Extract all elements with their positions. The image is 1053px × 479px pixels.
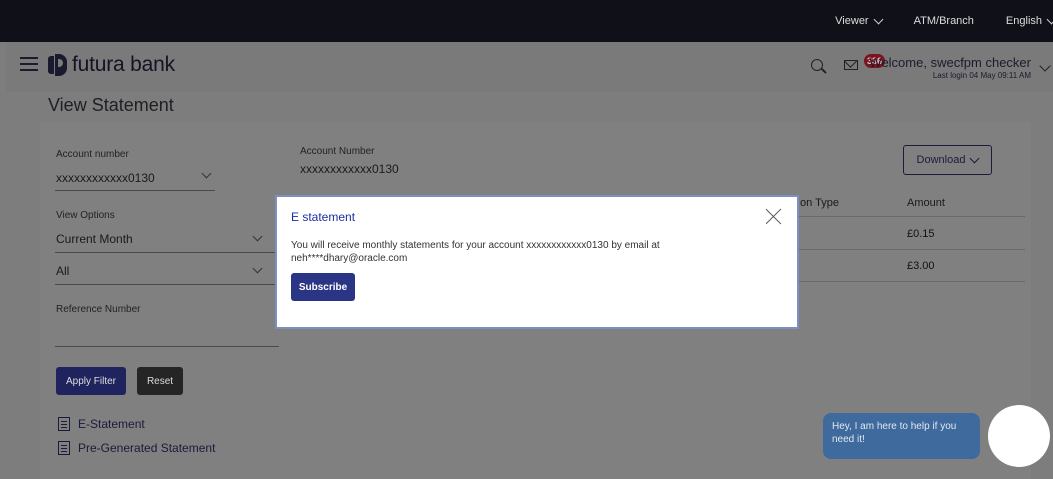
chevron-down-icon [1046,14,1053,24]
view-options-label: View Options [56,210,115,221]
reset-button[interactable]: Reset [137,367,183,395]
header: futura bank 336 Welcome, swecfpm checker… [6,42,1053,92]
user-menu[interactable]: Welcome, swecfpm checker Last login 04 M… [869,55,1031,80]
account-number-detail-value: xxxxxxxxxxxx0130 [300,162,399,176]
atm-branch-label: ATM/Branch [913,15,974,27]
table-header-amount: Amount [907,197,945,209]
dialog-title: E statement [291,210,356,224]
welcome-text: Welcome, swecfpm checker [869,55,1031,70]
mail-icon[interactable] [844,60,858,70]
pre-generated-statement-label: Pre-Generated Statement [78,441,216,455]
language-menu[interactable]: English [1005,14,1053,27]
page-title: View Statement [48,95,174,115]
chevron-down-icon [970,153,980,163]
subscribe-button[interactable]: Subscribe [291,273,355,301]
close-icon[interactable] [765,207,783,225]
last-login-text: Last login 04 May 09:11 AM [932,71,1031,80]
language-label: English [1005,15,1042,27]
pre-generated-statement-link[interactable]: Pre-Generated Statement [58,441,215,455]
top-bar: Viewer ATM/Branch English [0,0,1053,42]
divider [797,281,1025,282]
account-number-detail-label: Account Number [300,146,375,157]
logo[interactable]: futura bank [48,53,175,77]
reference-number-label: Reference Number [56,304,141,315]
divider [797,216,1025,217]
chatbot-avatar-icon[interactable] [988,405,1050,467]
table-header-type: on Type [800,197,839,209]
hamburger-menu-icon[interactable] [20,57,38,71]
divider [797,249,1025,250]
document-icon [58,441,70,455]
top-links: Viewer ATM/Branch English [803,0,1053,42]
viewer-menu[interactable]: Viewer [835,14,884,27]
view-options-select[interactable]: Current Month [56,232,133,246]
download-label: Download [916,154,966,166]
e-statement-dialog: E statement You will receive monthly sta… [275,195,799,329]
document-icon [58,417,70,431]
e-statement-link[interactable]: E-Statement [58,417,145,431]
chevron-down-icon[interactable] [1039,60,1051,72]
bank-logo-icon [48,54,68,76]
divider [55,346,279,347]
dialog-message: You will receive monthly statements for … [291,240,660,264]
transaction-type-select[interactable]: All [56,264,69,278]
brand-name: futura bank [72,53,175,76]
divider [55,284,276,285]
search-icon[interactable] [811,59,823,71]
reference-number-input[interactable] [56,326,276,342]
account-number-label: Account number [56,149,129,160]
divider [55,190,215,191]
table-cell-amount: £0.15 [907,228,935,240]
apply-filter-button[interactable]: Apply Filter [56,367,126,395]
e-statement-label: E-Statement [78,417,145,431]
divider [55,252,276,253]
chat-message[interactable]: Hey, I am here to help if you need it! [823,413,980,459]
download-button[interactable]: Download [903,145,992,175]
viewer-label: Viewer [835,15,869,27]
atm-branch-link[interactable]: ATM/Branch [914,15,974,27]
chevron-down-icon [873,14,884,24]
table-cell-amount: £3.00 [907,260,935,272]
account-number-select[interactable]: xxxxxxxxxxxx0130 [56,171,155,185]
